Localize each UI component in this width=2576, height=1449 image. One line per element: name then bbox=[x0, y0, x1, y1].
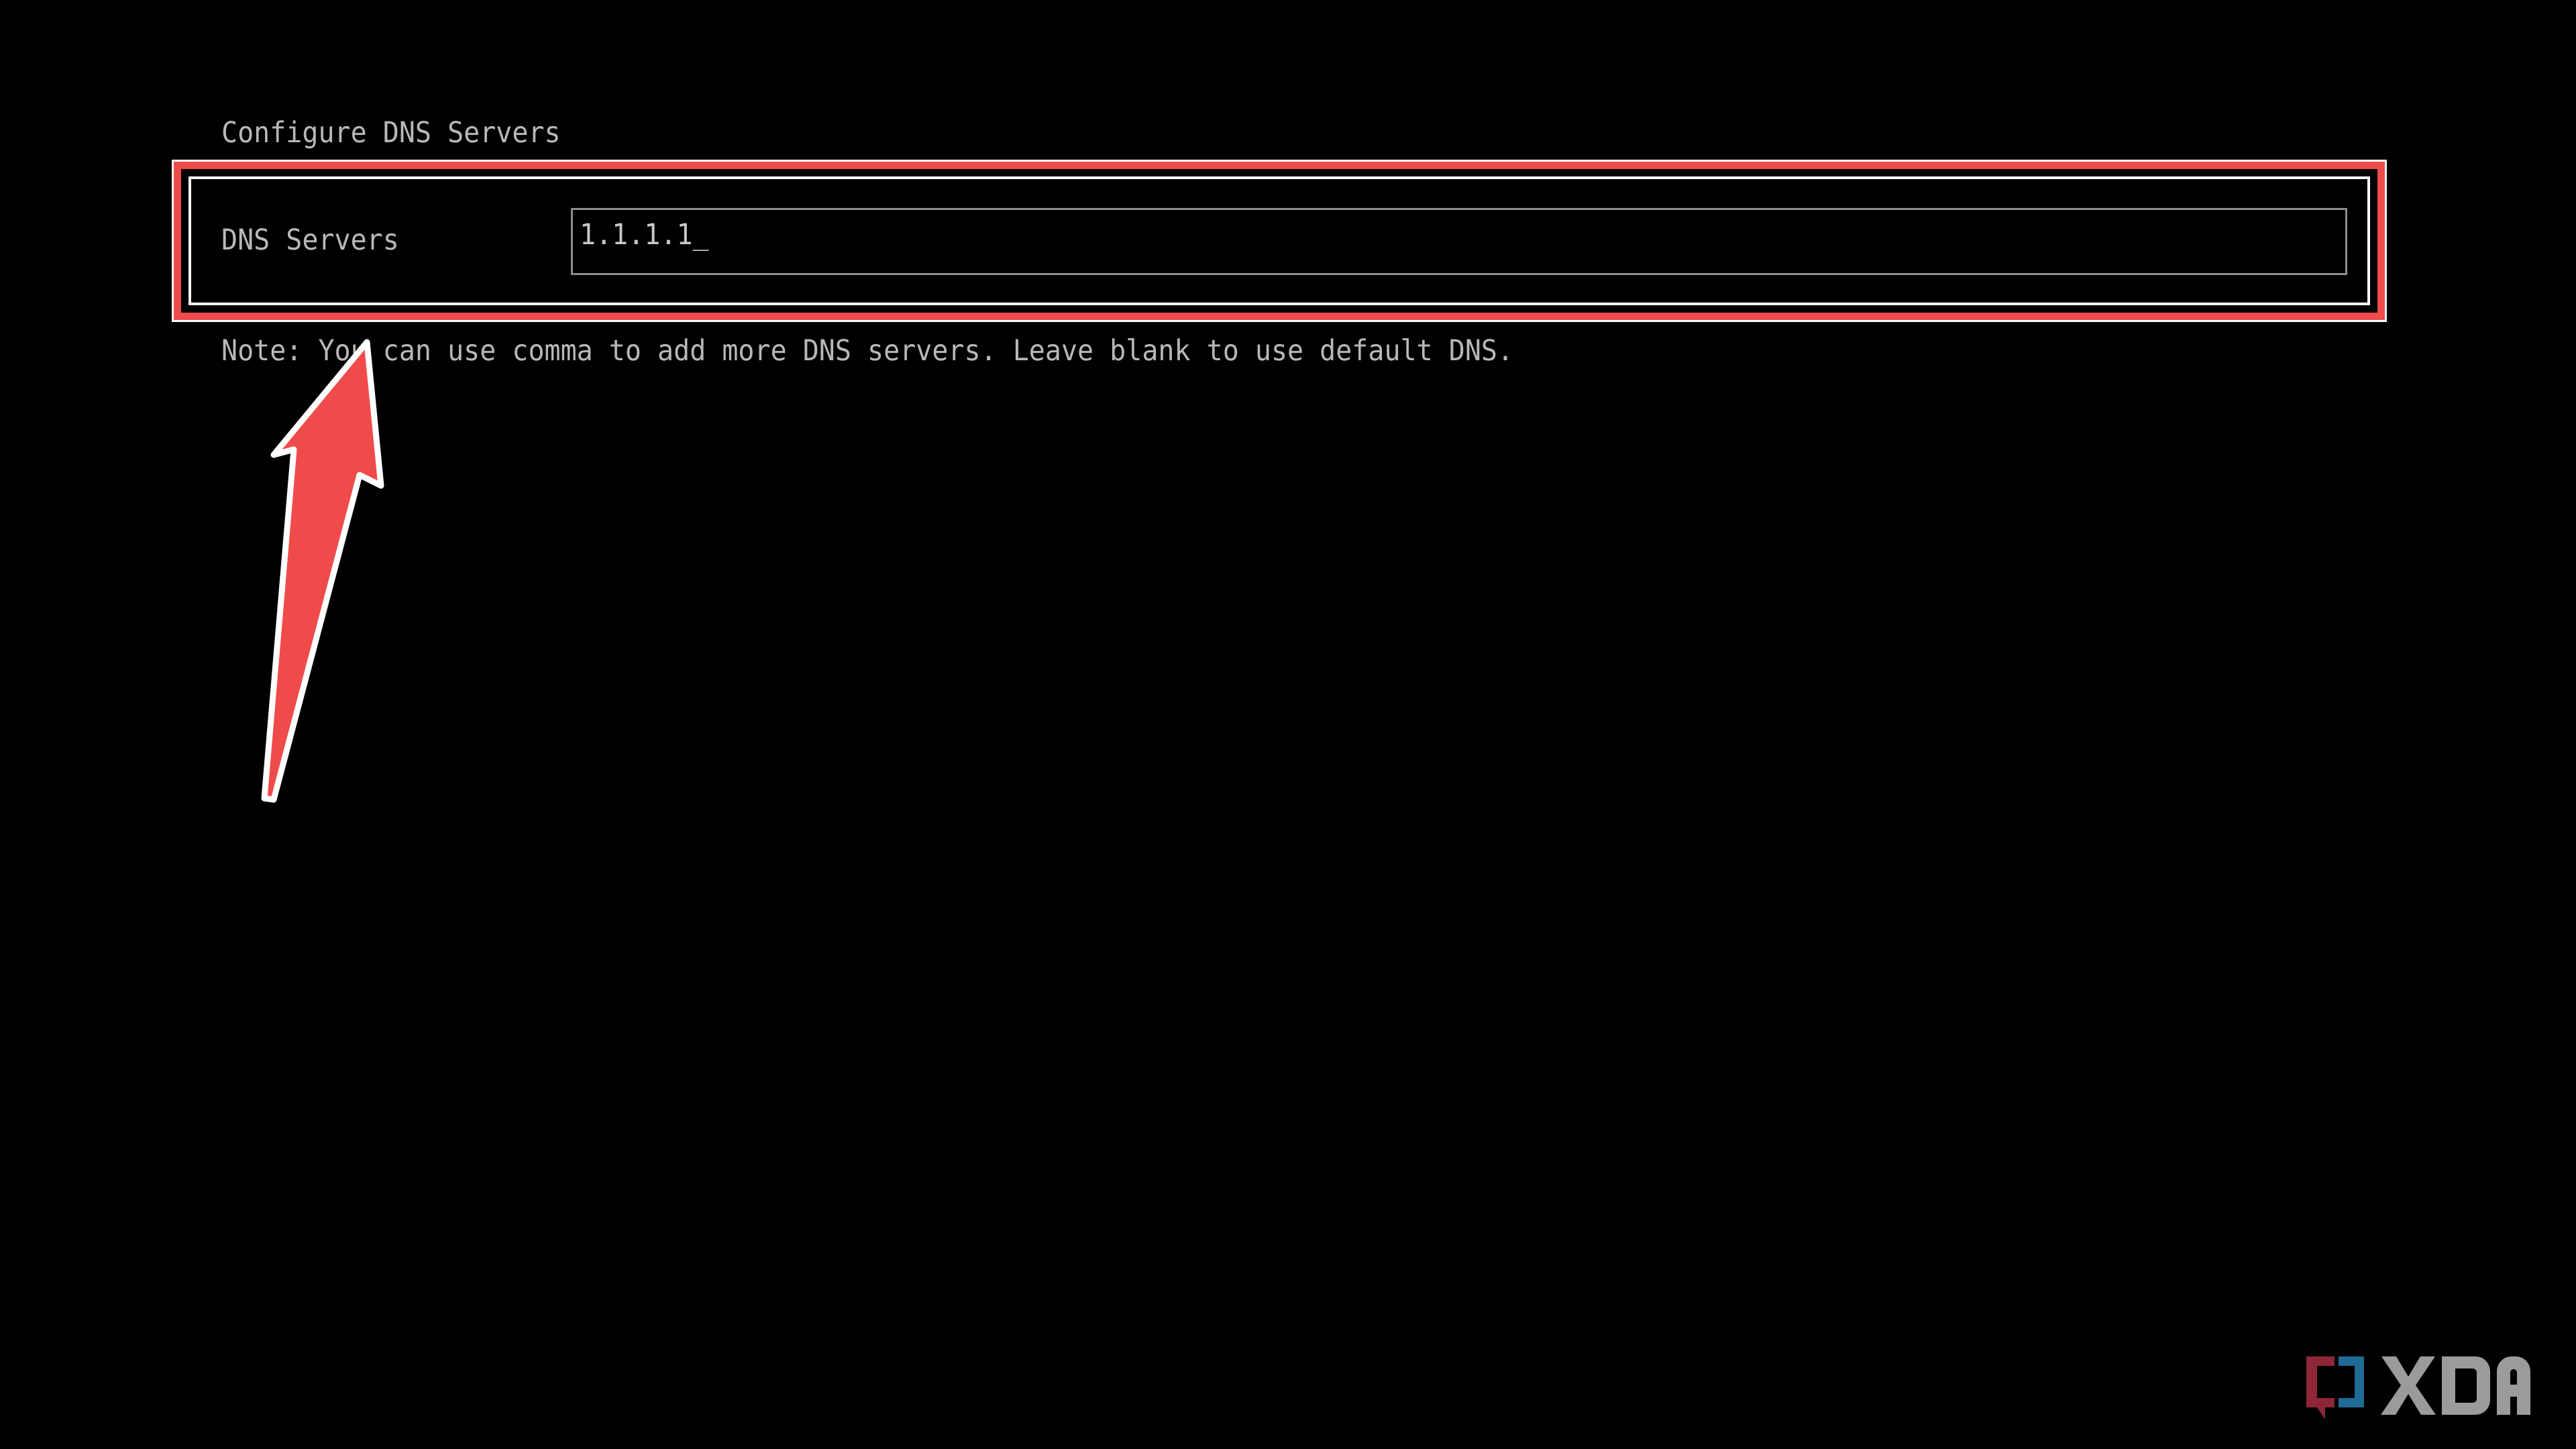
dns-servers-label: DNS Servers bbox=[221, 223, 399, 257]
dns-servers-input-value: 1.1.1.1_ bbox=[580, 217, 709, 252]
text-caret: _ bbox=[692, 218, 709, 252]
arrow-shape bbox=[261, 339, 384, 803]
dns-servers-input-text: 1.1.1.1 bbox=[580, 218, 693, 252]
page-title: Configure DNS Servers bbox=[221, 116, 561, 150]
xda-wordmark bbox=[2381, 1356, 2530, 1415]
xda-bracket-left-icon bbox=[2306, 1356, 2334, 1419]
xda-watermark bbox=[2306, 1356, 2530, 1419]
help-note-text: Note: You can use comma to add more DNS … bbox=[221, 334, 1514, 368]
dns-servers-input[interactable]: 1.1.1.1_ bbox=[571, 208, 2347, 275]
xda-bracket-right-icon bbox=[2339, 1356, 2364, 1407]
bios-setup-screen: Configure DNS Servers DNS Servers 1.1.1.… bbox=[0, 0, 2576, 1449]
pointer-arrow-annotation bbox=[261, 339, 384, 803]
